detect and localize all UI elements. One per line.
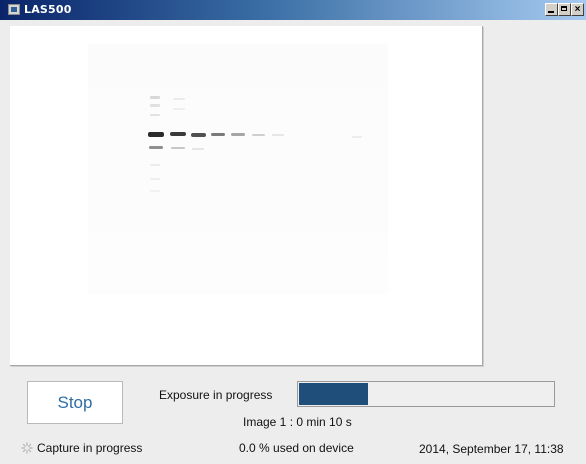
gel-band xyxy=(352,136,362,138)
gel-band xyxy=(150,178,160,180)
maximize-button[interactable] xyxy=(558,3,571,16)
gel-band xyxy=(170,132,186,136)
close-button[interactable]: × xyxy=(571,3,584,16)
capture-status-text: Capture in progress xyxy=(37,441,143,455)
gel-band xyxy=(192,148,204,150)
exposure-progress-bar xyxy=(297,381,555,407)
progress-fill xyxy=(299,383,369,405)
gel-band xyxy=(171,147,185,149)
gel-band xyxy=(150,164,160,166)
marker-band xyxy=(150,114,160,116)
gel-band xyxy=(252,134,265,136)
title-bar: LAS500 × xyxy=(0,0,586,20)
minimize-button[interactable] xyxy=(545,3,558,16)
device-usage-text: 0.0 % used on device xyxy=(239,441,354,455)
marker-band xyxy=(150,104,160,107)
image-time-label: Image 1 : 0 min 10 s xyxy=(243,415,352,429)
gel-band xyxy=(211,133,225,136)
gel-band xyxy=(148,132,164,137)
stop-button[interactable]: Stop xyxy=(27,381,123,424)
spinner-icon xyxy=(21,442,33,454)
gel-band xyxy=(149,146,163,149)
image-preview xyxy=(10,26,483,366)
gel-band xyxy=(191,133,206,137)
app-icon xyxy=(8,4,20,15)
window-title: LAS500 xyxy=(24,3,72,16)
close-icon: × xyxy=(574,4,581,15)
datetime-text: 2014, September 17, 11:38 xyxy=(419,442,564,456)
gel-band xyxy=(231,133,245,136)
marker-band xyxy=(173,98,185,100)
gel-band xyxy=(150,190,160,192)
marker-band xyxy=(150,96,160,99)
gel-band xyxy=(272,134,284,136)
exposure-status-label: Exposure in progress xyxy=(159,388,273,402)
marker-band xyxy=(173,108,185,110)
gel-background xyxy=(88,44,388,294)
